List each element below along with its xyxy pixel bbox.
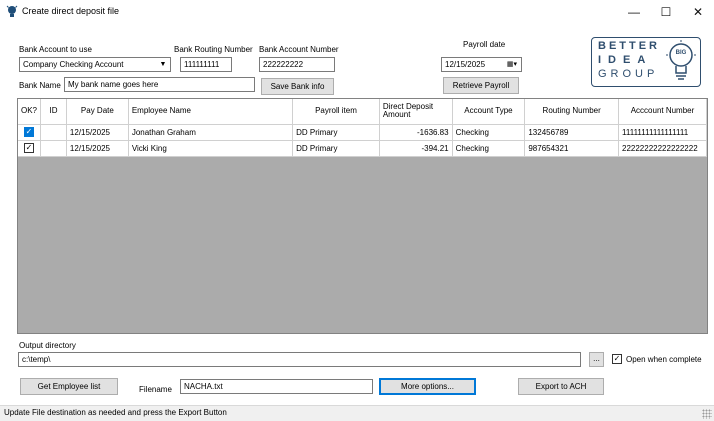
column-header-ok[interactable]: OK? xyxy=(18,99,42,125)
routing-number-input[interactable]: 111111111 xyxy=(180,57,232,72)
routing-number-cell[interactable]: 987654321 xyxy=(524,140,619,157)
logo-line-2: IDEA xyxy=(598,54,653,66)
output-directory-input[interactable]: c:\temp\ xyxy=(18,352,581,367)
get-employee-list-button[interactable]: Get Employee list xyxy=(20,378,118,395)
account-number-input[interactable]: 222222222 xyxy=(259,57,335,72)
id-cell[interactable] xyxy=(40,140,67,157)
company-logo: BETTER IDEA GROUP BIG xyxy=(591,37,701,87)
bank-name-input[interactable]: My bank name goes here xyxy=(64,77,255,92)
maximize-button[interactable]: ☐ xyxy=(650,0,682,24)
column-header-routing-number[interactable]: Routing Number xyxy=(524,99,619,125)
logo-badge: BIG xyxy=(675,50,687,56)
minimize-button[interactable]: — xyxy=(618,0,650,24)
more-options-button[interactable]: More options... xyxy=(379,378,476,395)
logo-line-1: BETTER xyxy=(598,40,660,52)
amount-cell[interactable]: -1636.83 xyxy=(379,124,453,141)
open-when-complete-label[interactable]: Open when complete xyxy=(626,355,702,364)
payroll-item-cell[interactable]: DD Primary xyxy=(292,124,380,141)
payroll-date-picker[interactable]: 12/15/2025 ▦▾ xyxy=(441,57,522,72)
pay-date-cell[interactable]: 12/15/2025 xyxy=(66,140,129,157)
account-number-cell[interactable]: 11111111111111111 xyxy=(618,124,707,141)
open-when-complete-checkbox[interactable]: ✓ xyxy=(612,354,622,364)
status-text: Update File destination as needed and pr… xyxy=(4,408,227,417)
resize-grip-icon[interactable] xyxy=(702,409,712,419)
routing-number-cell[interactable]: 132456789 xyxy=(524,124,619,141)
bank-account-label: Bank Account to use xyxy=(19,45,92,54)
ok-cell[interactable]: ✓ xyxy=(18,124,42,141)
output-directory-label: Output directory xyxy=(19,341,76,350)
account-number-label: Bank Account Number xyxy=(259,45,339,54)
account-type-cell[interactable]: Checking xyxy=(452,124,526,141)
table-row[interactable]: ✓ 12/15/2025 Vicki King DD Primary -394.… xyxy=(18,140,707,157)
filename-label: Filename xyxy=(139,385,172,394)
id-cell[interactable] xyxy=(40,124,67,141)
bank-account-select[interactable]: Company Checking Account ▼ xyxy=(19,57,171,72)
account-type-cell[interactable]: Checking xyxy=(452,140,526,157)
browse-button[interactable]: ... xyxy=(589,352,604,367)
column-header-payroll-item[interactable]: Payroll item xyxy=(292,99,380,125)
payroll-date-label: Payroll date xyxy=(463,40,506,49)
chevron-down-icon: ▼ xyxy=(159,61,167,68)
close-button[interactable]: ✕ xyxy=(682,0,714,24)
payroll-grid[interactable]: OK? ID Pay Date Employee Name Payroll it… xyxy=(17,98,708,334)
save-bank-info-button[interactable]: Save Bank info xyxy=(261,78,334,95)
table-header-row: OK? ID Pay Date Employee Name Payroll it… xyxy=(18,99,707,125)
routing-number-label: Bank Routing Number xyxy=(174,45,253,54)
column-header-account-type[interactable]: Account Type xyxy=(452,99,526,125)
calendar-icon[interactable]: ▦▾ xyxy=(503,58,521,71)
account-number-cell[interactable]: 22222222222222222 xyxy=(618,140,707,157)
payroll-item-cell[interactable]: DD Primary xyxy=(292,140,380,157)
retrieve-payroll-button[interactable]: Retrieve Payroll xyxy=(443,77,519,94)
pay-date-cell[interactable]: 12/15/2025 xyxy=(66,124,129,141)
window-title: Create direct deposit file xyxy=(22,6,120,16)
ok-checkbox[interactable]: ✓ xyxy=(24,127,34,137)
column-header-account-number[interactable]: Acccount Number xyxy=(618,99,707,125)
column-header-employee-name[interactable]: Employee Name xyxy=(128,99,294,125)
export-to-ach-button[interactable]: Export to ACH xyxy=(518,378,604,395)
column-header-amount[interactable]: Direct Deposit Amount xyxy=(379,99,453,125)
bank-name-label: Bank Name xyxy=(19,81,61,90)
payroll-date-value: 12/15/2025 xyxy=(445,60,486,69)
filename-input[interactable]: NACHA.txt xyxy=(180,379,373,394)
ok-checkbox[interactable]: ✓ xyxy=(24,143,34,153)
column-header-id[interactable]: ID xyxy=(40,99,67,125)
employee-name-cell[interactable]: Vicki King xyxy=(128,140,294,157)
table-row[interactable]: ✓ 12/15/2025 Jonathan Graham DD Primary … xyxy=(18,124,707,141)
ok-cell[interactable]: ✓ xyxy=(18,140,42,157)
employee-name-cell[interactable]: Jonathan Graham xyxy=(128,124,294,141)
lightbulb-logo-icon xyxy=(666,40,696,80)
column-header-pay-date[interactable]: Pay Date xyxy=(66,99,129,125)
bank-account-value: Company Checking Account xyxy=(23,60,124,69)
lightbulb-icon xyxy=(6,5,18,17)
logo-line-3: GROUP xyxy=(598,68,659,80)
payroll-table: OK? ID Pay Date Employee Name Payroll it… xyxy=(18,99,707,157)
amount-cell[interactable]: -394.21 xyxy=(379,140,453,157)
